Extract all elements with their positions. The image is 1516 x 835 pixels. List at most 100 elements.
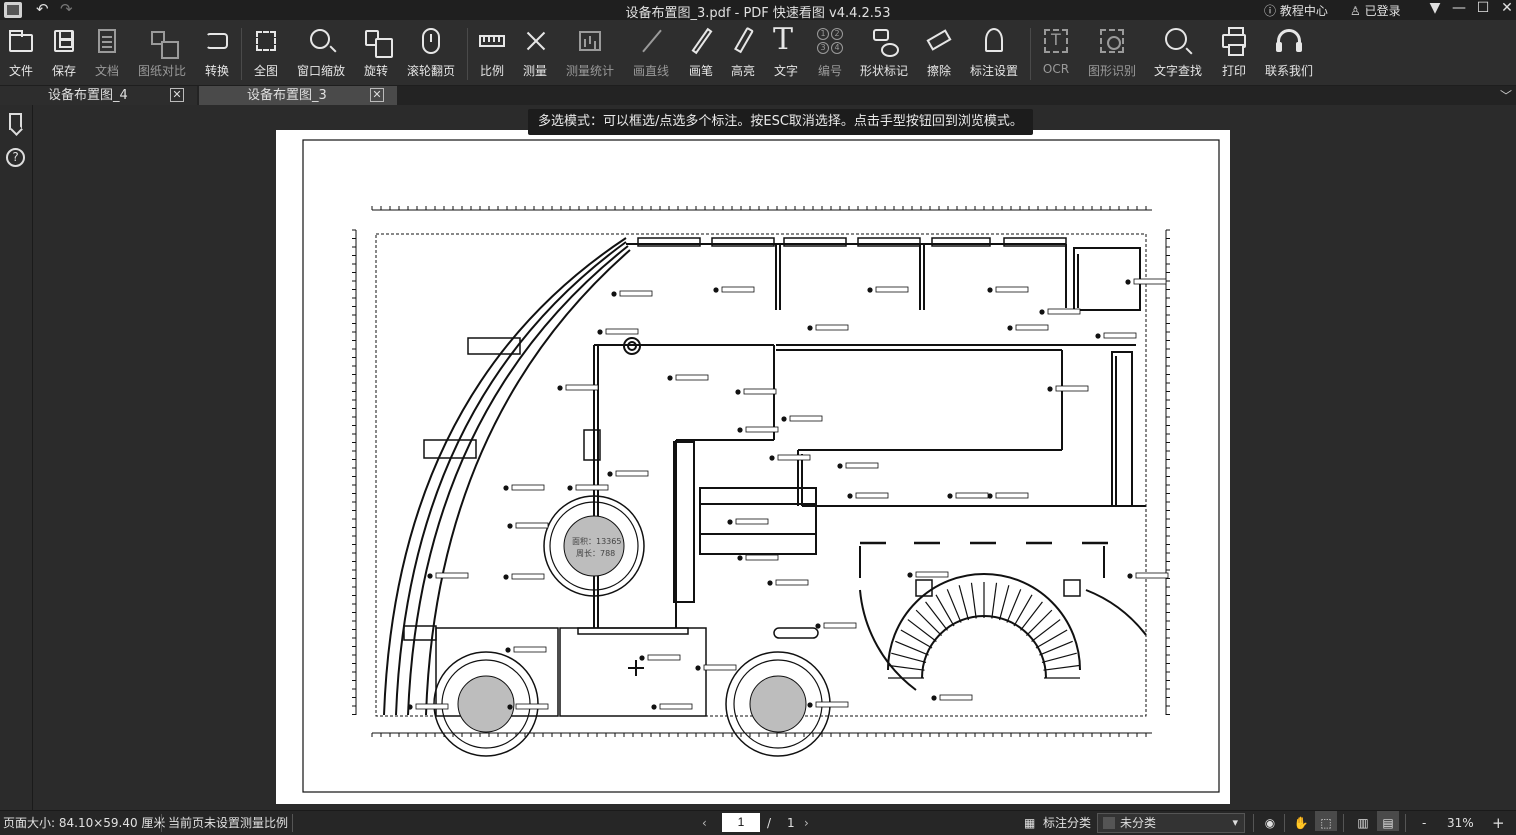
tab-document-4[interactable]: 设备布置图_4 ✕: [0, 86, 197, 105]
tutorial-center-link[interactable]: ⓘ 教程中心: [1264, 2, 1328, 19]
toolbar-divider: [241, 28, 242, 80]
measure-stats-label: 测量统计: [565, 64, 614, 78]
category-select[interactable]: 未分类: [1097, 813, 1245, 833]
help-circle-icon: ⓘ: [1264, 4, 1280, 18]
multi-select-tool-icon[interactable]: ⬚: [1315, 811, 1337, 831]
scroll-page-label: 滚轮翻页: [406, 64, 455, 78]
next-page-icon[interactable]: ›: [804, 811, 809, 835]
mark-settings-button[interactable]: 标注设置: [968, 26, 1020, 84]
pen-button[interactable]: 画笔: [686, 26, 716, 84]
draw-line-button[interactable]: 画直线: [632, 26, 670, 84]
convert-button[interactable]: 转换: [202, 26, 232, 84]
text-icon: T: [773, 22, 794, 57]
document-button[interactable]: 文档: [92, 26, 122, 84]
user-account-link[interactable]: ♙ 已登录: [1350, 2, 1401, 19]
main-toolbar: 文件 保存 文档 图纸对比 转换 全图 窗口缩放 旋转 滚轮翻页 比例 测量 测…: [0, 20, 1516, 86]
mark-settings-icon: [985, 28, 1003, 52]
measure-icon: [524, 30, 546, 52]
pen-icon: [691, 27, 713, 55]
convert-icon: [206, 33, 228, 49]
eye-icon[interactable]: ◉: [1259, 811, 1281, 831]
text-search-button[interactable]: 文字查找: [1153, 26, 1203, 84]
open-file-button[interactable]: 文件: [6, 26, 36, 84]
fit-page-button[interactable]: 全图: [251, 26, 281, 84]
single-page-view-icon[interactable]: ▥: [1352, 811, 1374, 831]
drawing-page[interactable]: 面积：13365 周长：788: [276, 130, 1230, 804]
contact-label: 联系我们: [1264, 64, 1313, 78]
zoom-out-button[interactable]: -: [1422, 811, 1426, 835]
headset-icon: [1276, 29, 1302, 52]
print-button[interactable]: 打印: [1219, 26, 1249, 84]
expand-icon: [256, 31, 276, 51]
bookmark-icon[interactable]: [9, 113, 22, 130]
folder-icon: [9, 30, 33, 52]
erase-button[interactable]: 擦除: [924, 26, 954, 84]
toolbar-divider: [1030, 28, 1031, 80]
number-button[interactable]: 1 2 3 4 编号: [815, 26, 845, 84]
tab-label: 设备布置图_3: [247, 88, 327, 103]
continuous-view-icon[interactable]: ▤: [1377, 811, 1399, 831]
compare-icon: [151, 31, 179, 59]
measure-stats-button[interactable]: 测量统计: [565, 26, 615, 84]
left-sidebar: ?: [0, 105, 33, 810]
category-value: 未分类: [1120, 816, 1157, 830]
save-button[interactable]: 保存: [49, 26, 79, 84]
fit-label: 全图: [253, 64, 278, 78]
status-divider: [292, 814, 293, 832]
image-recognition-button[interactable]: 图形识别: [1087, 26, 1137, 84]
eraser-icon: [926, 29, 952, 51]
perimeter-label: 周长：788: [576, 548, 615, 558]
close-tab-icon[interactable]: ✕: [170, 88, 184, 102]
hand-tool-icon[interactable]: ✋: [1290, 811, 1312, 831]
minimize-button[interactable]: —: [1448, 0, 1470, 20]
help-icon[interactable]: ?: [6, 148, 25, 167]
rotate-icon: [365, 30, 393, 58]
measure-button[interactable]: 测量: [520, 26, 550, 84]
document-viewport[interactable]: 面积：13365 周长：788 多选模式：可以框选/点选多个标注。按ESC取消选…: [34, 105, 1516, 810]
tab-label: 设备布置图_4: [48, 88, 128, 103]
ocr-button[interactable]: OCR: [1041, 26, 1071, 84]
zoom-icon: [310, 29, 330, 49]
zoom-in-button[interactable]: +: [1492, 811, 1505, 835]
tab-document-3[interactable]: 设备布置图_3 ✕: [199, 86, 397, 105]
close-tab-icon[interactable]: ✕: [370, 88, 384, 102]
compare-drawings-button[interactable]: 图纸对比: [137, 26, 187, 84]
dropdown-menu-icon[interactable]: ▼: [1424, 0, 1446, 20]
status-bar: 页面大小: 84.10×59.40 厘米 当前页未设置测量比例 ‹ / 1 › …: [0, 810, 1516, 835]
draw-line-label: 画直线: [632, 64, 669, 78]
highlight-button[interactable]: 高亮: [728, 26, 758, 84]
close-window-button[interactable]: ✕: [1496, 0, 1516, 20]
maximize-button[interactable]: ☐: [1472, 0, 1494, 20]
window-zoom-button[interactable]: 窗口缩放: [296, 26, 346, 84]
image-recognition-icon: [1100, 29, 1124, 53]
document-icon: [98, 29, 116, 53]
rotate-button[interactable]: 旋转: [361, 26, 393, 84]
image-recognition-label: 图形识别: [1087, 64, 1136, 78]
text-button[interactable]: T 文字: [771, 22, 801, 84]
ruler-icon: [479, 35, 505, 47]
area-label: 面积：13365: [572, 536, 621, 546]
shape-mark-button[interactable]: 形状标记: [859, 26, 909, 84]
grid-icon: ▦: [1024, 816, 1036, 830]
status-divider: [1284, 814, 1285, 832]
status-divider: [161, 814, 162, 832]
number-label: 编号: [817, 64, 842, 78]
mark-settings-label: 标注设置: [969, 64, 1018, 78]
status-divider: [1253, 814, 1254, 832]
ocr-label: OCR: [1042, 62, 1070, 76]
contact-us-button[interactable]: 联系我们: [1263, 26, 1315, 84]
tab-list-chevron-icon[interactable]: ﹀: [1500, 87, 1512, 104]
erase-label: 擦除: [926, 64, 951, 78]
scale-button[interactable]: 比例: [477, 26, 507, 84]
page-number-input[interactable]: [722, 813, 760, 832]
toolbar-divider: [467, 28, 468, 80]
highlight-label: 高亮: [730, 64, 755, 78]
scroll-page-button[interactable]: 滚轮翻页: [406, 26, 456, 84]
scale-status-text: 当前页未设置测量比例: [168, 816, 289, 830]
text-search-label: 文字查找: [1153, 64, 1202, 78]
total-pages: 1: [787, 816, 795, 830]
prev-page-icon[interactable]: ‹: [702, 811, 707, 835]
save-icon: [54, 30, 74, 52]
zoom-level: 31%: [1447, 816, 1474, 830]
save-label: 保存: [51, 64, 76, 78]
